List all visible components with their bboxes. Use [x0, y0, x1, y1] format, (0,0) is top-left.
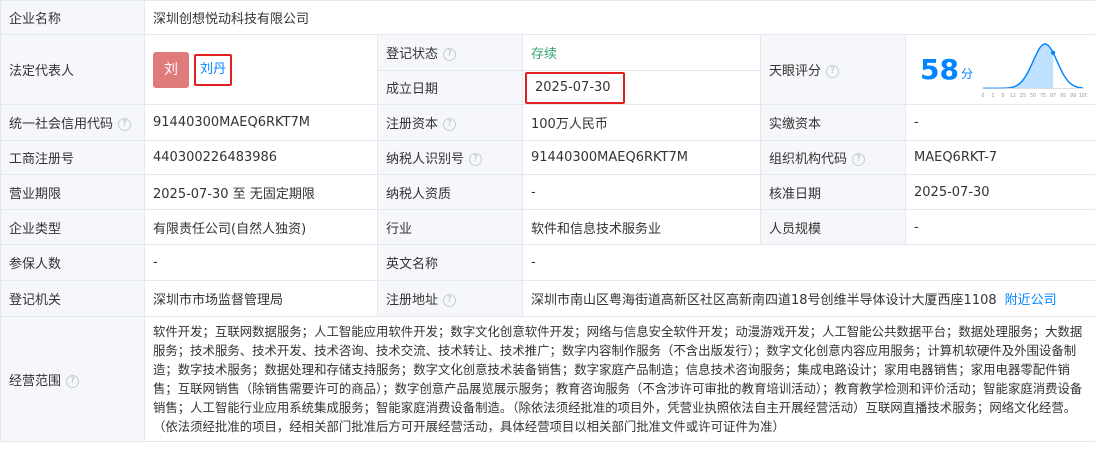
tianyan-score-unit: 分 — [960, 67, 973, 81]
reg-address-value: 深圳市南山区粤海街道高新区社区高新南四道18号创维半导体设计大厦西座1108 — [531, 293, 997, 308]
table-row: 登记机关 深圳市市场监督管理局 注册地址? 深圳市南山区粤海街道高新区社区高新南… — [0, 280, 1095, 317]
score-tick-label: 50 — [1030, 93, 1036, 99]
score-area — [982, 43, 1054, 88]
paid-capital-label: 实缴资本 — [760, 104, 906, 141]
help-icon[interactable]: ? — [469, 153, 483, 166]
score-distribution-chart: 0 1 5 12 25 50 75 87 95 99 100 — [981, 42, 1087, 99]
help-icon[interactable]: ? — [852, 153, 866, 166]
reg-status-value: 存续 — [522, 34, 761, 71]
org-code-value: MAEQ6RKT-7 — [904, 140, 1095, 175]
insured-value: - — [144, 244, 378, 281]
score-tick-label: 75 — [1040, 93, 1046, 99]
reg-address-label: 注册地址 — [386, 293, 439, 308]
company-name-label: 企业名称 — [0, 0, 145, 35]
nearby-companies-link[interactable]: 附近公司 — [1005, 293, 1057, 308]
credit-code-label: 统一社会信用代码 — [9, 117, 114, 132]
score-tick-label: 25 — [1020, 93, 1026, 99]
tianyan-label: 天眼评分 — [769, 64, 822, 79]
table-row: 企业类型 有限责任公司(自然人独资) 行业 软件和信息技术服务业 人员规模 - — [0, 209, 1095, 245]
reg-address-cell: 深圳市南山区粤海街道高新区社区高新南四道18号创维半导体设计大厦西座1108 附近… — [521, 280, 1095, 317]
taxpayer-id-label: 纳税人识别号 — [386, 152, 465, 167]
english-name-value: - — [521, 244, 1095, 281]
reg-capital-label: 注册资本 — [386, 117, 439, 132]
company-info-table: 企业名称 深圳创想悦动科技有限公司 法定代表人 刘 刘丹 登记状态? 存续 天眼… — [0, 0, 1095, 442]
row-company-name: 企业名称 深圳创想悦动科技有限公司 — [0, 0, 1095, 35]
help-icon[interactable]: ? — [66, 374, 80, 388]
company-type-label: 企业类型 — [0, 209, 145, 245]
legal-rep-cell: 刘 刘丹 — [144, 34, 378, 105]
score-tick-label: 87 — [1050, 93, 1056, 99]
score-tick-label: 95 — [1060, 93, 1066, 99]
tianyan-score: 58 — [920, 53, 959, 86]
found-date-label: 成立日期 — [377, 70, 523, 105]
scope-label: 经营范围 — [9, 373, 62, 389]
industry-value: 软件和信息技术服务业 — [522, 209, 761, 245]
paid-capital-value: - — [904, 104, 1095, 141]
biz-reg-no-label: 工商注册号 — [0, 140, 145, 175]
score-tick-label: 5 — [1001, 93, 1004, 99]
scope-value: 软件开发；互联网数据服务；人工智能应用软件开发；数字文化创意软件开发；网络与信息… — [143, 316, 1095, 442]
reg-authority-value: 深圳市市场监督管理局 — [144, 280, 378, 317]
staff-size-value: - — [904, 209, 1095, 245]
english-name-label: 英文名称 — [377, 244, 523, 281]
table-row: 营业期限 2025-07-30 至 无固定期限 纳税人资质 - 核准日期 202… — [0, 174, 1095, 210]
insured-label: 参保人数 — [0, 244, 145, 281]
score-marker — [1050, 50, 1056, 55]
score-tick-label: 0 — [981, 93, 984, 99]
table-row: 参保人数 - 英文名称 - — [0, 244, 1095, 281]
tianyan-label-cell: 天眼评分? — [760, 34, 906, 105]
legal-rep-label: 法定代表人 — [0, 34, 145, 105]
biz-term-label: 营业期限 — [0, 174, 145, 210]
score-tick-label: 1 — [991, 93, 994, 99]
help-icon[interactable]: ? — [826, 65, 840, 78]
taxpayer-id-value: 91440300MAEQ6RKT7M — [522, 140, 761, 175]
approval-date-value: 2025-07-30 — [904, 174, 1095, 210]
reg-capital-value: 100万人民币 — [522, 104, 761, 141]
help-icon[interactable]: ? — [118, 118, 132, 131]
biz-term-value: 2025-07-30 至 无固定期限 — [144, 174, 378, 210]
table-row: 统一社会信用代码? 91440300MAEQ6RKT7M 注册资本? 100万人… — [0, 104, 1095, 141]
taxpayer-qual-value: - — [522, 174, 761, 210]
taxpayer-qual-label: 纳税人资质 — [377, 174, 523, 210]
score-tick-label: 99 — [1070, 93, 1076, 99]
found-date-cell: 2025-07-30 — [522, 70, 761, 105]
company-name-value: 深圳创想悦动科技有限公司 — [143, 0, 1095, 35]
found-date-value: 2025-07-30 — [525, 71, 625, 104]
avatar[interactable]: 刘 — [153, 51, 189, 88]
approval-date-label: 核准日期 — [760, 174, 906, 210]
company-type-value: 有限责任公司(自然人独资) — [144, 209, 378, 245]
help-icon[interactable]: ? — [443, 294, 457, 307]
reg-status-badge: 存续 — [531, 47, 558, 62]
reg-authority-label: 登记机关 — [0, 280, 145, 317]
row-legal-status: 法定代表人 刘 刘丹 登记状态? 存续 天眼评分? 58 分 0 1 5 12 25 50… — [0, 34, 1095, 105]
score-tick-label: 100 — [1079, 93, 1087, 99]
industry-label: 行业 — [377, 209, 523, 245]
staff-size-label: 人员规模 — [760, 209, 906, 245]
table-row: 工商注册号 440300226483986 纳税人识别号? 91440300MA… — [0, 140, 1095, 175]
row-business-scope: 经营范围? 软件开发；互联网数据服务；人工智能应用软件开发；数字文化创意软件开发… — [0, 316, 1095, 442]
legal-rep-name-link[interactable]: 刘丹 — [194, 53, 233, 86]
org-code-label: 组织机构代码 — [769, 152, 848, 167]
help-icon[interactable]: ? — [443, 118, 457, 131]
reg-status-label-cell: 登记状态? — [377, 34, 523, 71]
reg-status-label: 登记状态 — [386, 47, 439, 62]
tianyan-score-cell[interactable]: 58 分 0 1 5 12 25 50 75 87 95 99 100 — [904, 34, 1095, 105]
credit-code-value: 91440300MAEQ6RKT7M — [144, 104, 378, 141]
score-tick-label: 12 — [1010, 93, 1016, 99]
help-icon[interactable]: ? — [443, 48, 457, 61]
biz-reg-no-value: 440300226483986 — [144, 140, 378, 175]
